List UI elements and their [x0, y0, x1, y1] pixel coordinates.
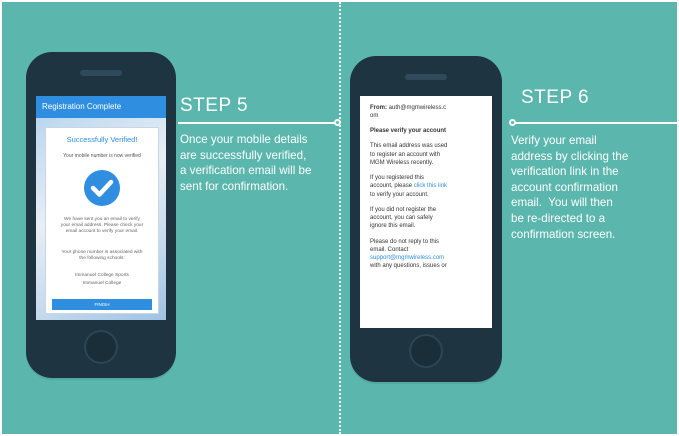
email-paragraph: This email address was used to register … — [370, 142, 484, 167]
from-label: From: — [370, 105, 387, 111]
tutorial-panel: Registration Complete Successfully Verif… — [2, 2, 677, 434]
step6-description: Verify your email address by clicking th… — [511, 133, 628, 242]
phone-step6: From: auth@mgmwireless.c om Please verif… — [350, 56, 502, 382]
step5-description: Once your mobile details are successfull… — [180, 132, 311, 194]
check-circle-icon — [84, 170, 120, 206]
schools-intro-line: the following schools: — [79, 256, 125, 262]
support-email-link[interactable]: support@mgmwireless.com — [370, 255, 444, 261]
step6-desc-line: account confirmation — [511, 180, 618, 194]
step5-connector-line — [178, 122, 338, 124]
email-line: account, you can safely — [370, 215, 433, 222]
email-line: with any questions, issues or — [370, 263, 447, 270]
phone-screen-email: From: auth@mgmwireless.c om Please verif… — [360, 96, 492, 328]
verification-card: Successfully Verified! Your mobile numbe… — [45, 127, 159, 314]
from-address-cont: om — [370, 113, 379, 120]
email-paragraph: If you did not register the account, you… — [370, 206, 484, 231]
email-line: ignore this email. — [370, 223, 416, 230]
step5-desc-line: sent for confirmation. — [180, 179, 289, 193]
phone-speaker — [80, 70, 122, 76]
school-name: Immanuel College Sports — [75, 273, 129, 278]
step6-connector-line — [515, 122, 677, 124]
card-subtitle: Your mobile number is now verified — [63, 153, 141, 159]
home-button — [409, 334, 443, 368]
email-notice-line: email account to verify your email. — [65, 229, 139, 235]
step6-desc-line: confirmation screen. — [511, 227, 616, 241]
step6-desc-line: address by clicking the — [511, 149, 629, 163]
phone-speaker — [405, 74, 447, 80]
phone-screen-registration: Registration Complete Successfully Verif… — [36, 96, 166, 320]
email-paragraph: Please do not reply to this email. Conta… — [370, 238, 484, 271]
email-subject: Please verify your account — [370, 128, 447, 135]
email-line: MGM Wireless recently. — [370, 160, 434, 167]
from-address: auth@mgmwireless.c — [388, 105, 447, 111]
email-line: Please do not reply to this — [370, 238, 440, 245]
step5-connector-dot — [334, 119, 341, 126]
verify-link[interactable]: click this link — [414, 183, 447, 189]
email-line: This email address was used — [370, 143, 448, 150]
email-line: to verify your account. — [370, 191, 429, 198]
dotted-divider — [339, 2, 341, 434]
home-button — [84, 330, 118, 364]
phone-step5: Registration Complete Successfully Verif… — [26, 52, 176, 378]
email-from: From: auth@mgmwireless.c om — [370, 104, 484, 121]
verification-email: From: auth@mgmwireless.c om Please verif… — [370, 104, 484, 278]
step5-title: STEP 5 — [180, 95, 249, 116]
email-notice: We have sent you an email to verify your… — [52, 217, 152, 236]
step6-desc-line: email. You will then — [511, 196, 613, 210]
step5-desc-line: are successfully verified, — [180, 148, 307, 162]
step5-desc-line: Once your mobile details — [180, 133, 308, 146]
step5-desc-line: a verification email will be — [180, 164, 312, 178]
email-line: to register an account with — [370, 151, 441, 158]
step6-desc-line: be re-directed to a — [511, 211, 606, 225]
step6-desc-line: Verify your email — [511, 134, 597, 147]
school-name: Immanuel College — [82, 281, 122, 286]
app-bar: Registration Complete — [36, 96, 166, 118]
email-line: If you registered this — [370, 175, 425, 182]
step6-title: STEP 6 — [521, 87, 590, 108]
schools-intro: Your phone number is associated with the… — [52, 250, 152, 262]
step6-desc-line: verification link in the — [511, 165, 619, 179]
email-paragraph: If you registered this account, please c… — [370, 174, 484, 199]
email-line: email. Contact — [370, 246, 409, 253]
finish-button[interactable]: FINISH — [52, 299, 152, 310]
email-line: If you did not register the — [370, 206, 437, 213]
email-line: account, please — [370, 183, 414, 190]
card-title: Successfully Verified! — [66, 135, 138, 144]
